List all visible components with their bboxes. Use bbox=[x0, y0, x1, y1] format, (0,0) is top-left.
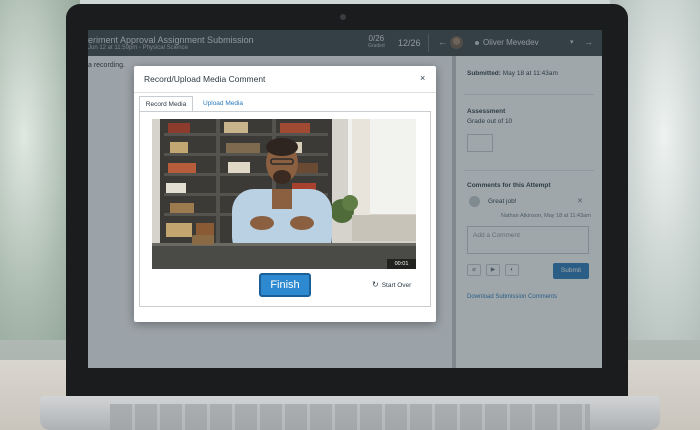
tab-upload-media[interactable]: Upload Media bbox=[196, 96, 250, 112]
webcam-feed-image bbox=[152, 119, 416, 269]
dialog-title: Record/Upload Media Comment bbox=[144, 74, 266, 84]
start-over-button[interactable]: ↻ Start Over bbox=[372, 280, 411, 289]
restart-icon: ↻ bbox=[372, 280, 379, 289]
dialog-divider bbox=[134, 92, 436, 93]
recording-timer: 00:01 bbox=[387, 259, 416, 269]
media-comment-dialog: Record/Upload Media Comment × Record Med… bbox=[134, 66, 436, 322]
start-over-label: Start Over bbox=[381, 282, 412, 289]
webcam-preview bbox=[152, 119, 416, 269]
finish-button[interactable]: Finish bbox=[259, 273, 311, 297]
webcam-icon bbox=[340, 14, 346, 20]
tab-record-media[interactable]: Record Media bbox=[139, 96, 193, 112]
close-icon[interactable]: × bbox=[420, 73, 425, 83]
laptop-screen: eriment Approval Assignment Submission J… bbox=[88, 30, 602, 368]
keyboard bbox=[110, 404, 590, 430]
